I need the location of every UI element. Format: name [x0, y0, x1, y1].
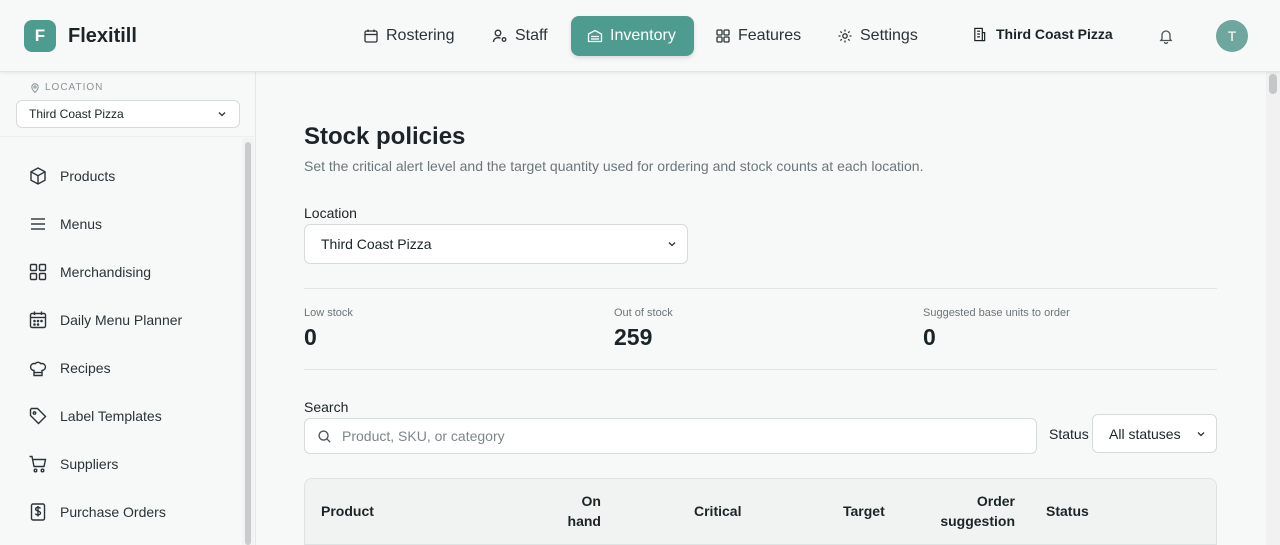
chevron-down-icon: [1197, 431, 1205, 436]
sidebar-item-label: Recipes: [60, 360, 111, 376]
header-text-line: suggestion: [940, 513, 1015, 529]
sidebar-item-recipes[interactable]: Recipes: [0, 344, 240, 392]
location-switcher[interactable]: Third Coast Pizza: [972, 26, 1113, 42]
sidebar-item-label: Daily Menu Planner: [60, 312, 183, 328]
nav-settings[interactable]: Settings: [821, 16, 934, 56]
chevron-down-icon: [668, 242, 676, 247]
sidebar-item-label: Suppliers: [60, 456, 119, 472]
stat-suggested-order-value: 0: [923, 324, 936, 350]
sidebar-item-products[interactable]: Products: [0, 152, 240, 200]
page-subtitle: Set the critical alert level and the tar…: [304, 158, 924, 174]
page-scrollbar-thumb[interactable]: [1269, 74, 1277, 94]
avatar-letter: T: [1227, 28, 1237, 44]
stat-suggested-order-label: Suggested base units to order: [923, 307, 1070, 319]
nav-features[interactable]: Features: [699, 16, 817, 56]
nav-label: Features: [738, 27, 802, 44]
chef-hat-icon: [29, 361, 47, 377]
stat-low-stock-label: Low stock: [304, 307, 353, 319]
sidebar-item-label: Merchandising: [60, 264, 152, 280]
sidebar-location-select[interactable]: Third Coast Pizza: [16, 100, 240, 128]
search-label: Search: [304, 399, 349, 415]
stat-low-stock-value: 0: [304, 324, 317, 350]
divider: [304, 369, 1217, 370]
bell-icon[interactable]: [1158, 28, 1174, 44]
column-header-critical[interactable]: Critical: [694, 501, 741, 521]
sidebar-item-suppliers[interactable]: Suppliers: [0, 440, 240, 488]
sidebar: LOCATION Third Coast Pizza Products Menu…: [0, 72, 256, 545]
sidebar-location-value: Third Coast Pizza: [29, 107, 124, 121]
stat-out-of-stock-label: Out of stock: [614, 307, 673, 319]
menu-lines-icon: [31, 218, 45, 230]
header-text-line: On: [581, 493, 601, 509]
location-label-text: LOCATION: [45, 82, 104, 93]
nav-rostering[interactable]: Rostering: [347, 16, 470, 56]
header-text-line: hand: [567, 513, 601, 529]
column-header-order-suggestion[interactable]: Order suggestion: [923, 491, 1015, 531]
sidebar-scrollbar[interactable]: [242, 138, 254, 545]
sidebar-divider: [0, 136, 256, 137]
divider: [304, 288, 1217, 289]
calendar-icon: [364, 29, 378, 43]
sidebar-item-label: Label Templates: [60, 408, 162, 424]
status-select[interactable]: All statuses: [1092, 414, 1217, 453]
search-field[interactable]: [304, 418, 1037, 454]
cart-icon: [29, 455, 47, 473]
sidebar-item-label: Purchase Orders: [60, 504, 166, 520]
page-title: Stock policies: [304, 123, 466, 150]
nav-label: Settings: [860, 27, 918, 44]
column-header-target[interactable]: Target: [843, 501, 885, 521]
brand-name[interactable]: Flexitill: [68, 25, 137, 48]
column-header-on-hand[interactable]: On hand: [553, 491, 601, 531]
app-logo[interactable]: F: [24, 20, 56, 52]
sidebar-item-merchandising[interactable]: Merchandising: [0, 248, 240, 296]
sidebar-nav: Products Menus Merchandising Daily Menu …: [0, 152, 240, 536]
calendar-icon: [29, 311, 47, 329]
sidebar-item-label-templates[interactable]: Label Templates: [0, 392, 240, 440]
inventory-icon: [587, 29, 603, 43]
grid-icon: [29, 263, 47, 281]
avatar[interactable]: T: [1216, 20, 1248, 52]
top-bar: F Flexitill Rostering Staff Inventory Fe…: [0, 0, 1280, 72]
map-pin-icon: [31, 82, 39, 93]
sidebar-scrollbar-thumb[interactable]: [245, 142, 251, 545]
stat-out-of-stock-value: 259: [614, 324, 653, 350]
tag-icon: [29, 407, 47, 425]
status-select-value: All statuses: [1109, 425, 1181, 442]
location-select-value: Third Coast Pizza: [321, 236, 432, 252]
location-field-label: Location: [304, 205, 357, 221]
location-select[interactable]: Third Coast Pizza: [304, 224, 688, 264]
search-input[interactable]: [342, 428, 1002, 444]
table-header: Product On hand Critical Target Order su…: [304, 478, 1217, 545]
nav-label: Rostering: [386, 27, 455, 44]
page-scrollbar[interactable]: [1266, 72, 1280, 545]
box-icon: [30, 167, 46, 185]
logo-letter: F: [34, 26, 46, 45]
nav-label: Staff: [515, 27, 548, 44]
building-icon: [974, 27, 986, 41]
sidebar-item-daily-menu-planner[interactable]: Daily Menu Planner: [0, 296, 240, 344]
sidebar-item-label: Menus: [60, 216, 103, 232]
header-text-line: Order: [976, 493, 1015, 509]
sidebar-item-label: Products: [60, 168, 116, 184]
column-header-status[interactable]: Status: [1046, 501, 1089, 521]
gear-icon: [838, 29, 852, 43]
sidebar-item-menus[interactable]: Menus: [0, 200, 240, 248]
sidebar-location-label: LOCATION: [30, 82, 103, 93]
nav-inventory[interactable]: Inventory: [571, 16, 694, 56]
dollar-doc-icon: [30, 503, 46, 521]
grid-icon: [716, 29, 730, 43]
nav-staff[interactable]: Staff: [476, 16, 564, 56]
search-icon: [318, 429, 331, 443]
location-name: Third Coast Pizza: [996, 26, 1113, 42]
sidebar-item-purchase-orders[interactable]: Purchase Orders: [0, 488, 240, 536]
chevron-down-icon: [218, 112, 226, 117]
column-header-product[interactable]: Product: [321, 501, 374, 521]
nav-label: Inventory: [610, 27, 676, 44]
user-gear-icon: [492, 29, 507, 43]
status-filter-label: Status: [1049, 426, 1089, 442]
